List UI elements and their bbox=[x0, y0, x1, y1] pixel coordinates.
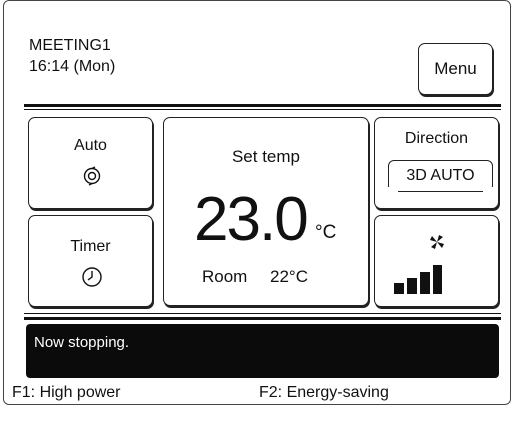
direction-label: Direction bbox=[404, 130, 469, 147]
f2-function-label: F2: Energy-saving bbox=[259, 384, 389, 401]
temperature-panel[interactable]: Set temp 23.0 °C Room 22°C bbox=[163, 117, 369, 306]
status-divider bbox=[24, 317, 501, 320]
fan-speed-button[interactable] bbox=[374, 215, 499, 307]
mode-label: Auto bbox=[74, 137, 107, 154]
menu-button[interactable]: Menu bbox=[418, 43, 493, 95]
set-temp-unit: °C bbox=[315, 222, 337, 243]
fan-speed-bars-icon bbox=[394, 265, 442, 294]
f1-function-label: F1: High power bbox=[12, 384, 121, 401]
menu-button-label: Menu bbox=[434, 59, 477, 78]
room-temp-value: 22°C bbox=[270, 267, 308, 286]
direction-value: 3D AUTO bbox=[406, 167, 475, 184]
status-divider-thin bbox=[24, 313, 501, 314]
header-divider-thin bbox=[24, 109, 501, 110]
status-bar: Now stopping. bbox=[26, 324, 499, 378]
set-temp-value: 23.0 bbox=[194, 185, 309, 254]
room-name: MEETING1 bbox=[29, 37, 111, 54]
timer-label: Timer bbox=[70, 238, 111, 255]
clock-display: 16:14 (Mon) bbox=[29, 58, 116, 75]
mode-button[interactable]: Auto bbox=[28, 117, 153, 209]
status-message: Now stopping. bbox=[34, 334, 130, 351]
header-divider bbox=[24, 104, 501, 107]
direction-value-box: 3D AUTO bbox=[386, 160, 495, 193]
room-temp-label: Room bbox=[202, 267, 248, 286]
fan-icon bbox=[430, 235, 444, 249]
auto-mode-icon bbox=[83, 166, 101, 186]
direction-button[interactable]: Direction 3D AUTO bbox=[374, 117, 499, 209]
clock-icon bbox=[82, 267, 102, 287]
set-temp-label: Set temp bbox=[231, 147, 301, 166]
timer-button[interactable]: Timer bbox=[28, 215, 153, 307]
